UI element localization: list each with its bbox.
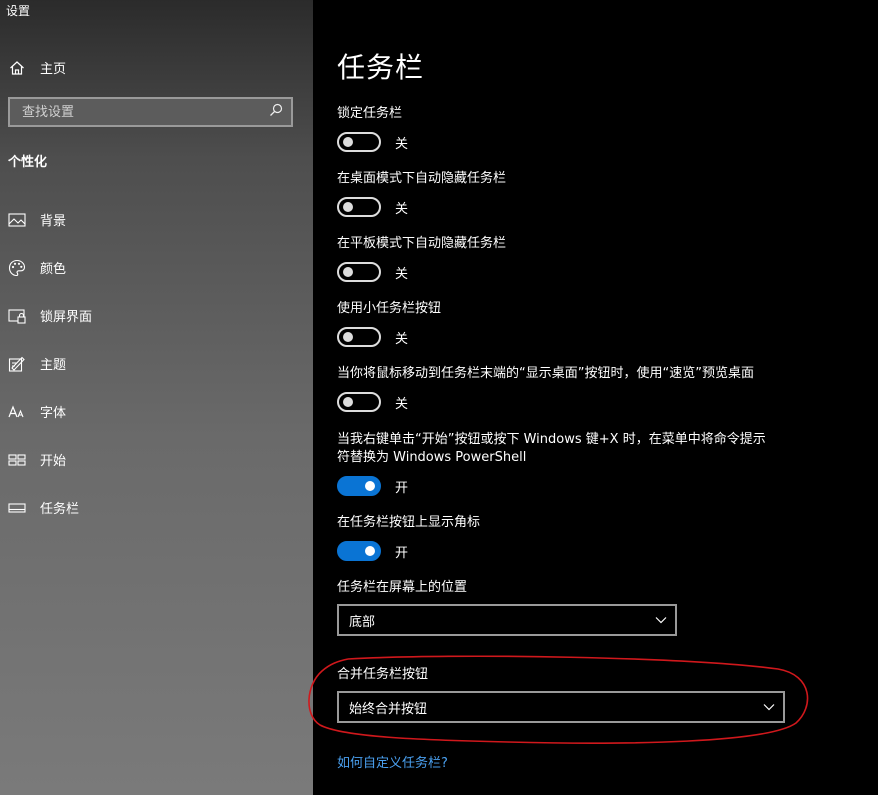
toggle-row-powershell: 开 (337, 476, 408, 496)
toggle-row-badges: 开 (337, 541, 408, 561)
setting-label-powershell: 当我右键单击“开始”按钮或按下 Windows 键+X 时，在菜单中将命令提示符… (337, 432, 766, 465)
combine-label: 合并任务栏按钮 (337, 667, 429, 682)
toggle-row-autohide-tablet: 关 (337, 262, 408, 282)
section-title: 个性化 (8, 155, 48, 170)
position-label: 任务栏在屏幕上的位置 (337, 580, 468, 595)
sidebar-item-label: 字体 (40, 406, 67, 421)
toggle-state: 关 (395, 266, 409, 282)
home-icon (8, 59, 26, 77)
sidebar-item-label: 背景 (40, 214, 67, 229)
toggle-knob (343, 332, 353, 342)
sidebar-item-fonts[interactable]: 字体 (8, 402, 66, 421)
toggle-knob (365, 481, 375, 491)
sidebar-item-start[interactable]: 开始 (8, 450, 66, 469)
toggle-peek[interactable] (337, 392, 381, 412)
toggle-lock-taskbar[interactable] (337, 132, 381, 152)
toggle-state: 开 (395, 545, 409, 561)
setting-label-autohide-desktop: 在桌面模式下自动隐藏任务栏 (337, 171, 507, 186)
theme-icon (8, 355, 26, 373)
sidebar: 设置 主页 个性化 背景 颜色 锁屏界面 主题 (0, 0, 313, 795)
setting-label-peek: 当你将鼠标移动到任务栏末端的“显示桌面”按钮时，使用“速览”预览桌面 (337, 366, 754, 381)
toggle-knob (343, 267, 353, 277)
sidebar-item-taskbar[interactable]: 任务栏 (8, 498, 79, 517)
toggle-autohide-tablet[interactable] (337, 262, 381, 282)
sidebar-item-label: 主题 (40, 358, 67, 373)
position-value: 底部 (349, 614, 376, 630)
sidebar-item-themes[interactable]: 主题 (8, 354, 66, 373)
toggle-row-peek: 关 (337, 392, 408, 412)
taskbar-icon (8, 499, 26, 517)
toggle-row-autohide-desktop: 关 (337, 197, 408, 217)
home-label: 主页 (40, 62, 67, 77)
combine-value: 始终合并按钮 (349, 701, 428, 717)
help-link[interactable]: 如何自定义任务栏? (337, 752, 448, 771)
toggle-knob (343, 202, 353, 212)
setting-label-small-buttons: 使用小任务栏按钮 (337, 301, 442, 316)
setting-label-autohide-tablet: 在平板模式下自动隐藏任务栏 (337, 236, 507, 251)
picture-icon (8, 211, 26, 229)
toggle-knob (365, 546, 375, 556)
toggle-autohide-desktop[interactable] (337, 197, 381, 217)
font-icon (8, 403, 26, 421)
setting-label-lock-taskbar: 锁定任务栏 (337, 106, 403, 121)
chevron-down-icon (763, 700, 775, 715)
combine-dropdown[interactable]: 始终合并按钮 (337, 691, 785, 723)
sidebar-item-label: 开始 (40, 454, 67, 469)
sidebar-item-label: 锁屏界面 (40, 310, 93, 325)
toggle-small-buttons[interactable] (337, 327, 381, 347)
toggle-state: 关 (395, 136, 409, 152)
toggle-state: 关 (395, 396, 409, 412)
toggle-badges[interactable] (337, 541, 381, 561)
toggle-knob (343, 137, 353, 147)
palette-icon (8, 259, 26, 277)
sidebar-item-background[interactable]: 背景 (8, 210, 66, 229)
sidebar-item-colors[interactable]: 颜色 (8, 258, 66, 277)
start-icon (8, 451, 26, 469)
page-title: 任务栏 (337, 51, 425, 84)
window-title: 设置 (6, 4, 31, 18)
sidebar-item-label: 颜色 (40, 262, 67, 277)
toggle-row-lock-taskbar: 关 (337, 132, 408, 152)
toggle-powershell[interactable] (337, 476, 381, 496)
search-box[interactable] (8, 97, 293, 127)
lock-screen-icon (8, 307, 26, 325)
chevron-down-icon (655, 613, 667, 628)
toggle-state: 关 (395, 201, 409, 217)
setting-label-badges: 在任务栏按钮上显示角标 (337, 515, 481, 530)
position-dropdown[interactable]: 底部 (337, 604, 677, 636)
toggle-state: 开 (395, 480, 409, 496)
sidebar-item-label: 任务栏 (40, 502, 80, 517)
toggle-state: 关 (395, 331, 409, 347)
toggle-row-small-buttons: 关 (337, 327, 408, 347)
search-input[interactable] (20, 103, 269, 121)
search-icon[interactable] (269, 103, 283, 121)
toggle-knob (343, 397, 353, 407)
home-nav-item[interactable]: 主页 (8, 58, 66, 77)
sidebar-item-lock-screen[interactable]: 锁屏界面 (8, 306, 92, 325)
